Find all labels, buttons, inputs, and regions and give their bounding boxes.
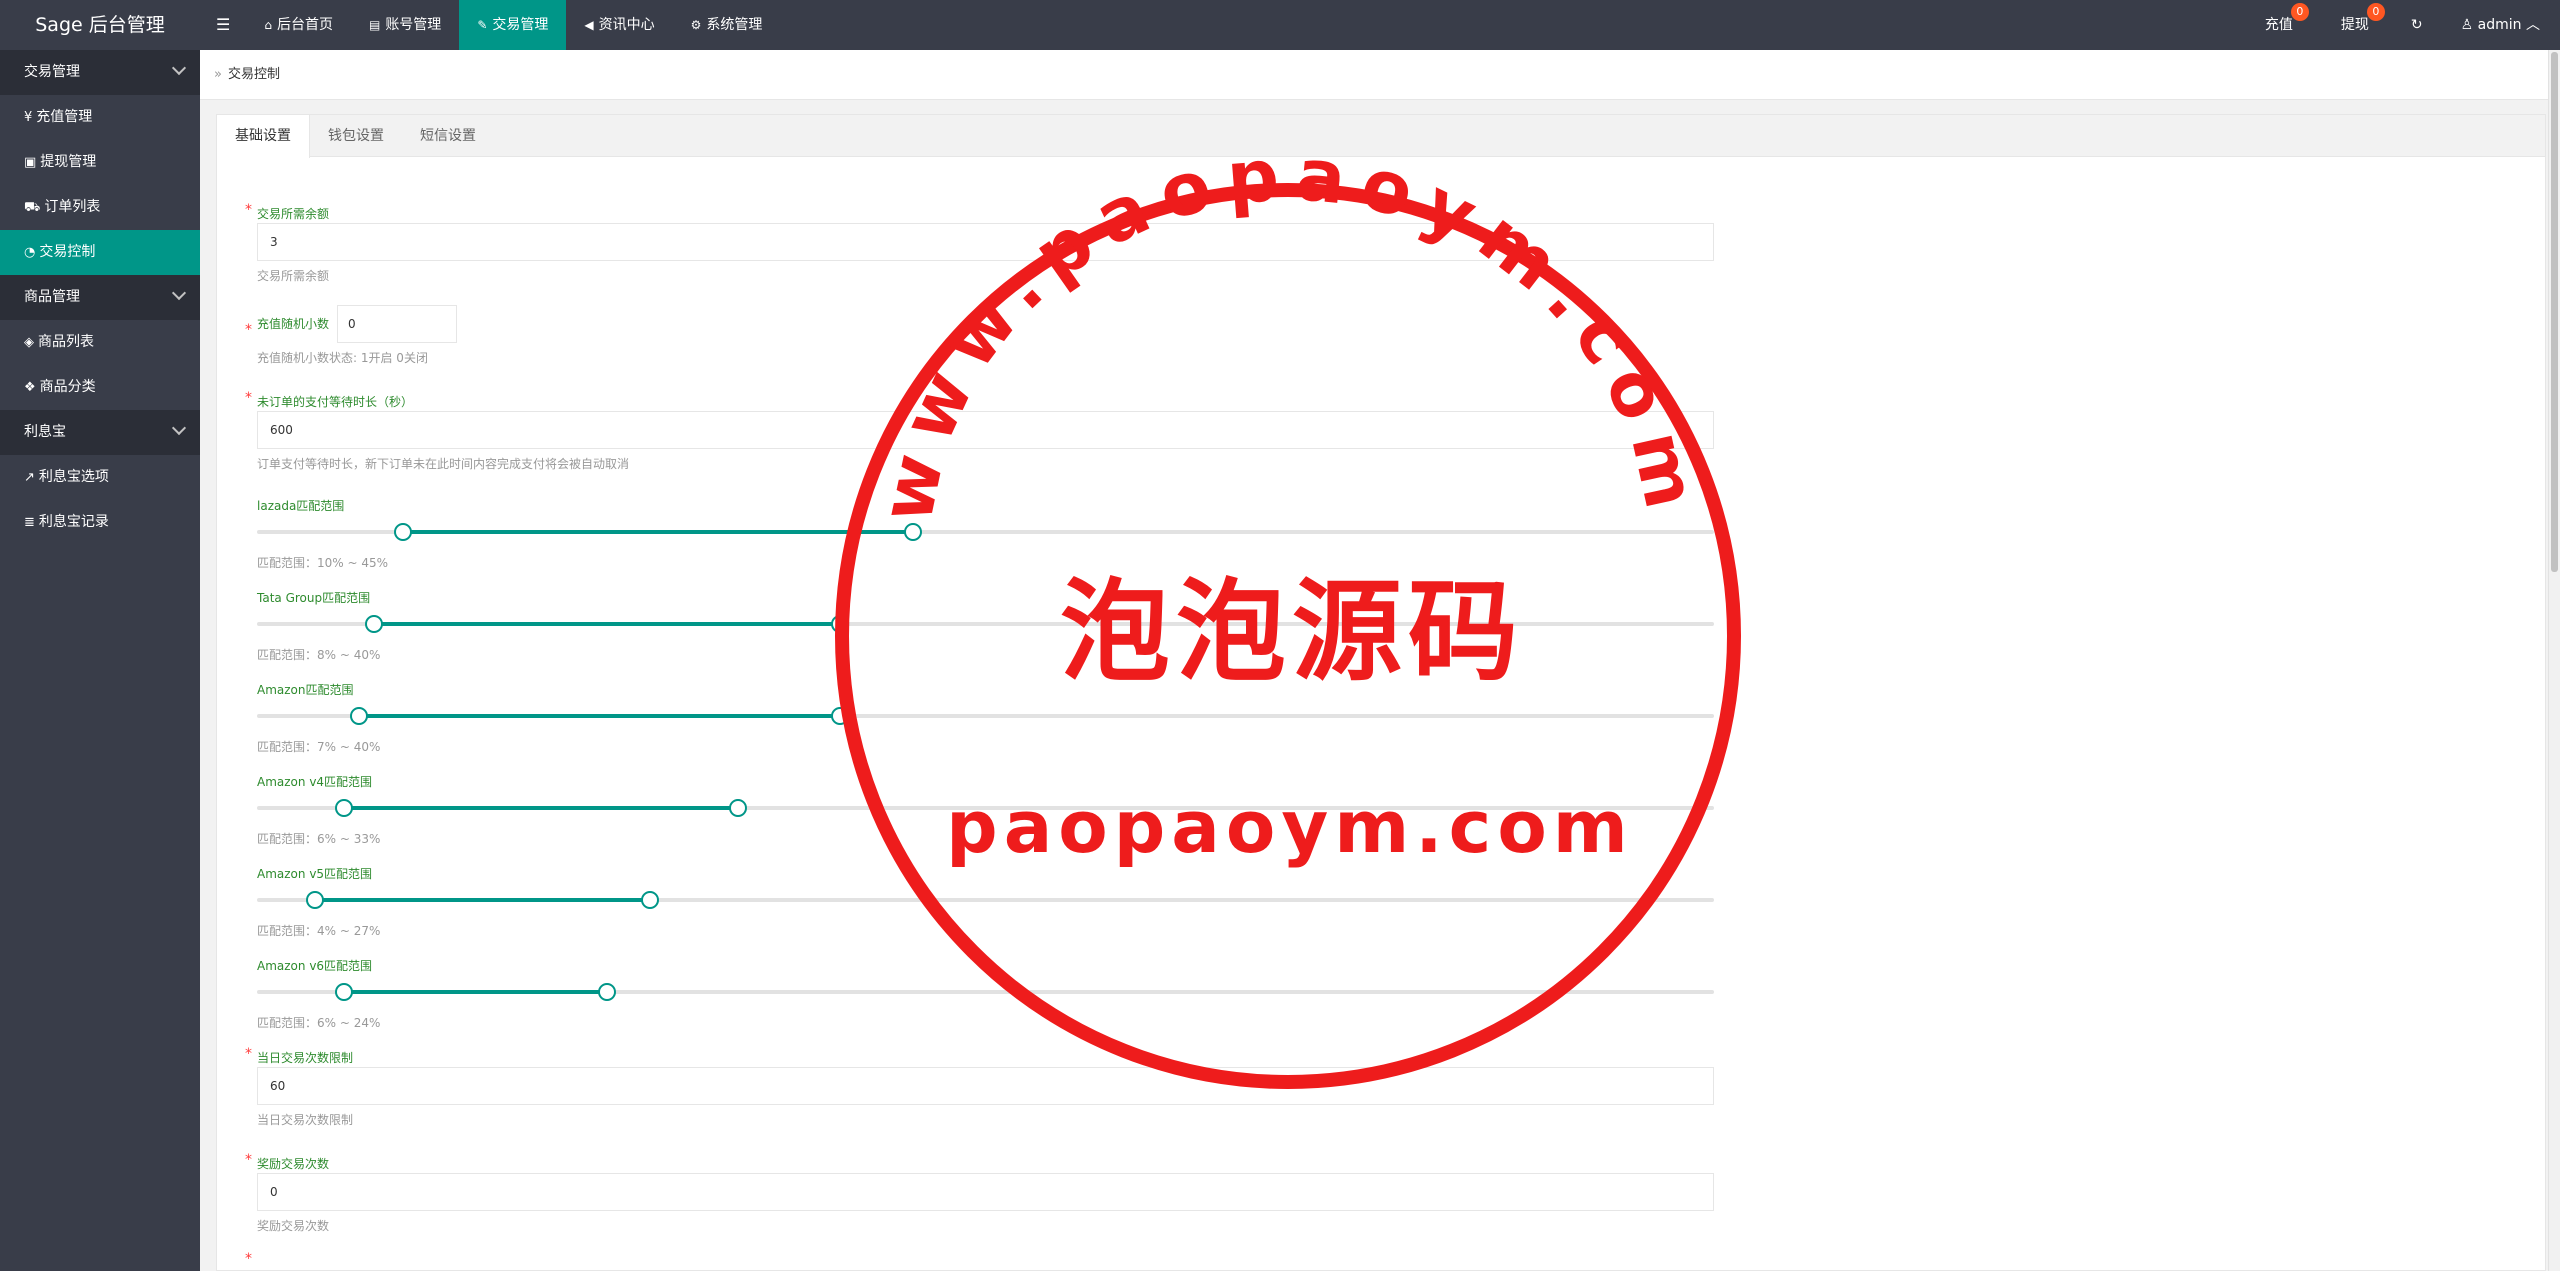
slider-track[interactable] (257, 891, 1714, 909)
slider-handle-max[interactable] (641, 891, 660, 909)
menu-toggle-icon[interactable]: ☰ (200, 0, 246, 50)
yen-icon: ¥ (24, 110, 33, 125)
scrollbar-thumb[interactable] (2551, 52, 2558, 572)
slider-amazon-v4: Amazon v4匹配范围 匹配范围：6% ~ 33% (257, 773, 1714, 848)
nav-trading[interactable]: ✎ 交易管理 (459, 0, 567, 50)
slider-track[interactable] (257, 707, 1714, 725)
sidebar-group-trading[interactable]: 交易管理 (0, 50, 200, 95)
random-decimal-input[interactable]: 0 (337, 305, 458, 343)
slider-handle-min[interactable] (306, 891, 325, 909)
app-logo[interactable]: Sage 后台管理 (0, 0, 200, 50)
bonus-count-input[interactable]: 0 (257, 1173, 1714, 1211)
withdraw-link[interactable]: 提现 0 (2317, 0, 2393, 50)
slider-fill (344, 990, 607, 994)
money-icon: ▣ (24, 155, 37, 170)
sidebar-item-orders[interactable]: ⛟ 订单列表 (0, 185, 200, 230)
daily-limit-input[interactable]: 60 (257, 1067, 1714, 1105)
recharge-link[interactable]: 充值 0 (2241, 0, 2317, 50)
list-icon: ≣ (24, 515, 35, 530)
top-header: Sage 后台管理 ☰ ⌂ 后台首页 ▤ 账号管理 ✎ 交易管理 ◀ 资讯中心 ⚙ 系统管… (0, 0, 2560, 50)
slider-fill (315, 898, 651, 902)
slider-amazon: Amazon匹配范围 匹配范围：7% ~ 40% (257, 681, 1714, 756)
home-icon: ⌂ (264, 18, 272, 32)
breadcrumb-current: 交易控制 (227, 67, 280, 82)
slider-lazada: lazada匹配范围 匹配范围：10% ~ 45% (257, 497, 1714, 572)
idcard-icon: ▤ (368, 18, 381, 32)
sidebar-item-product-list[interactable]: ◈ 商品列表 (0, 320, 200, 365)
sidebar-group-interest[interactable]: 利息宝 (0, 410, 200, 455)
slider-handle-max[interactable] (903, 523, 922, 541)
gears-icon: ⚙ (690, 18, 702, 32)
nav-news[interactable]: ◀ 资讯中心 (566, 0, 672, 50)
field-min-balance: * 交易所需余额 3 交易所需余额 (245, 202, 1714, 285)
slider-amazon-v6: Amazon v6匹配范围 匹配范围：6% ~ 24% (257, 957, 1714, 1032)
field-random-decimal: * 充值随机小数 0 充值随机小数状态: 1开启 0关闭 (245, 305, 458, 367)
pay-wait-input[interactable]: 600 (257, 411, 1714, 449)
slider-tata-group: Tata Group匹配范围 匹配范围：8% ~ 40% (257, 589, 1714, 664)
slider-handle-min[interactable] (335, 983, 354, 1001)
sidebar-item-withdraw[interactable]: ▣ 提现管理 (0, 140, 200, 185)
chevron-down-icon (171, 285, 187, 301)
min-balance-input[interactable]: 3 (257, 223, 1714, 261)
slider-track[interactable] (257, 523, 1714, 541)
slider-fill (344, 806, 738, 810)
field-pay-wait: * 未订单的支付等待时长（秒） 600 订单支付等待时长，新下订单未在此时间内容完… (245, 390, 1714, 473)
slider-fill (402, 530, 913, 534)
slider-fill (373, 622, 840, 626)
settings-card: 基础设置 钱包设置 短信设置 * 交易所需余额 3 交易所需余额 * 充值随机小数 … (216, 114, 2546, 1271)
breadcrumb: » 交易控制 (200, 50, 2548, 100)
slider-track[interactable] (257, 983, 1714, 1001)
user-icon: ♙ (2460, 17, 2474, 33)
slider-handle-min[interactable] (364, 615, 383, 633)
user-menu[interactable]: ♙ admin ︿ (2441, 0, 2560, 50)
tab-sms[interactable]: 短信设置 (402, 115, 494, 157)
slider-track[interactable] (257, 615, 1714, 633)
sidebar-item-interest-records[interactable]: ≣ 利息宝记录 (0, 500, 200, 545)
sidebar: 交易管理 ¥ 充值管理 ▣ 提现管理 ⛟ 订单列表 ◔ 交易控制 商品管理 ◈ 商品列表 … (0, 50, 200, 1271)
slider-handle-min[interactable] (393, 523, 412, 541)
field-bonus-count: * 奖励交易次数 0 奖励交易次数 (245, 1152, 1714, 1235)
slider-track[interactable] (257, 799, 1714, 817)
nav-accounts[interactable]: ▤ 账号管理 (351, 0, 459, 50)
slider-handle-max[interactable] (597, 983, 616, 1001)
slider-amazon-v5: Amazon v5匹配范围 匹配范围：4% ~ 27% (257, 865, 1714, 940)
cart-icon: ⛟ (24, 200, 41, 215)
double-chevron-icon: » (214, 67, 222, 82)
right-nav: 充值 0 提现 0 ↻ ♙ admin ︿ (2241, 0, 2560, 50)
tab-wallet[interactable]: 钱包设置 (310, 115, 402, 157)
sidebar-item-product-category[interactable]: ❖ 商品分类 (0, 365, 200, 410)
sidebar-group-products[interactable]: 商品管理 (0, 275, 200, 320)
sidebar-item-trade-control[interactable]: ◔ 交易控制 (0, 230, 200, 275)
recharge-badge: 0 (2290, 3, 2309, 21)
slider-handle-max[interactable] (830, 615, 849, 633)
gavel-icon: ✎ (477, 18, 488, 32)
slider-handle-min[interactable] (335, 799, 354, 817)
line-chart-icon: ↗ (24, 470, 35, 485)
nav-home[interactable]: ⌂ 后台首页 (246, 0, 351, 50)
sidebar-item-recharge[interactable]: ¥ 充值管理 (0, 95, 200, 140)
chevron-up-icon: ︿ (2526, 17, 2540, 33)
withdraw-badge: 0 (2366, 3, 2385, 21)
dashboard-icon: ◔ (24, 245, 36, 260)
bullhorn-icon: ◀ (584, 18, 594, 32)
slider-handle-max[interactable] (830, 707, 849, 725)
chevron-down-icon (171, 60, 187, 76)
field-daily-limit: * 当日交易次数限制 60 当日交易次数限制 (245, 1046, 1714, 1129)
refresh-icon[interactable]: ↻ (2393, 0, 2441, 50)
cube-icon: ◈ (24, 335, 34, 350)
slider-fill (358, 714, 840, 718)
chevron-down-icon (171, 420, 187, 436)
top-nav: ☰ ⌂ 后台首页 ▤ 账号管理 ✎ 交易管理 ◀ 资讯中心 ⚙ 系统管理 (200, 0, 780, 50)
nav-system[interactable]: ⚙ 系统管理 (673, 0, 781, 50)
tab-basic[interactable]: 基础设置 (217, 115, 310, 158)
sidebar-item-interest-options[interactable]: ↗ 利息宝选项 (0, 455, 200, 500)
page-scrollbar[interactable] (2548, 50, 2560, 1271)
cubes-icon: ❖ (24, 380, 36, 395)
slider-handle-min[interactable] (349, 707, 368, 725)
slider-handle-max[interactable] (728, 799, 747, 817)
settings-tabs: 基础设置 钱包设置 短信设置 (217, 115, 2545, 158)
